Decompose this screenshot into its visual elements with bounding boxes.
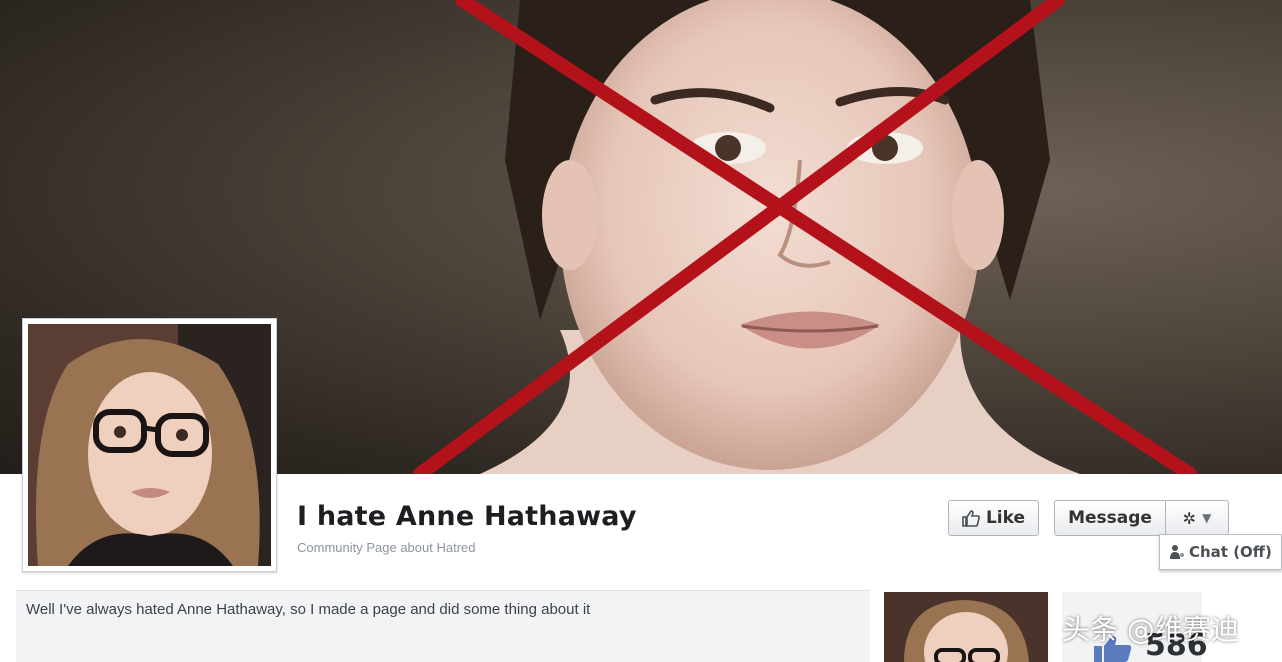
photos-thumbnail[interactable] <box>884 592 1048 662</box>
like-label: Like <box>985 508 1026 528</box>
about-text: Well I've always hated Anne Hathaway, so… <box>26 601 591 618</box>
chevron-down-icon: ▼ <box>1202 511 1212 525</box>
thumbs-up-icon <box>962 510 980 527</box>
watermark: 头条 @维赛迪 <box>1062 613 1239 646</box>
message-label: Message <box>1068 508 1152 528</box>
profile-picture[interactable] <box>22 318 277 572</box>
settings-dropdown-button[interactable]: ✲ ▼ <box>1165 500 1229 536</box>
page-category[interactable]: Community Page about Hatred <box>297 540 475 555</box>
chat-status[interactable]: Chat (Off) <box>1159 534 1282 570</box>
message-button[interactable]: Message <box>1054 500 1166 536</box>
gear-icon: ✲ <box>1182 508 1197 528</box>
chat-label: Chat (Off) <box>1189 543 1272 561</box>
like-button[interactable]: Like <box>948 500 1039 536</box>
about-section: Well I've always hated Anne Hathaway, so… <box>16 590 870 662</box>
page-title: I hate Anne Hathaway <box>297 501 637 532</box>
profile-picture-art <box>28 324 271 566</box>
person-icon <box>1170 545 1184 559</box>
photos-thumbnail-art <box>884 592 1048 662</box>
